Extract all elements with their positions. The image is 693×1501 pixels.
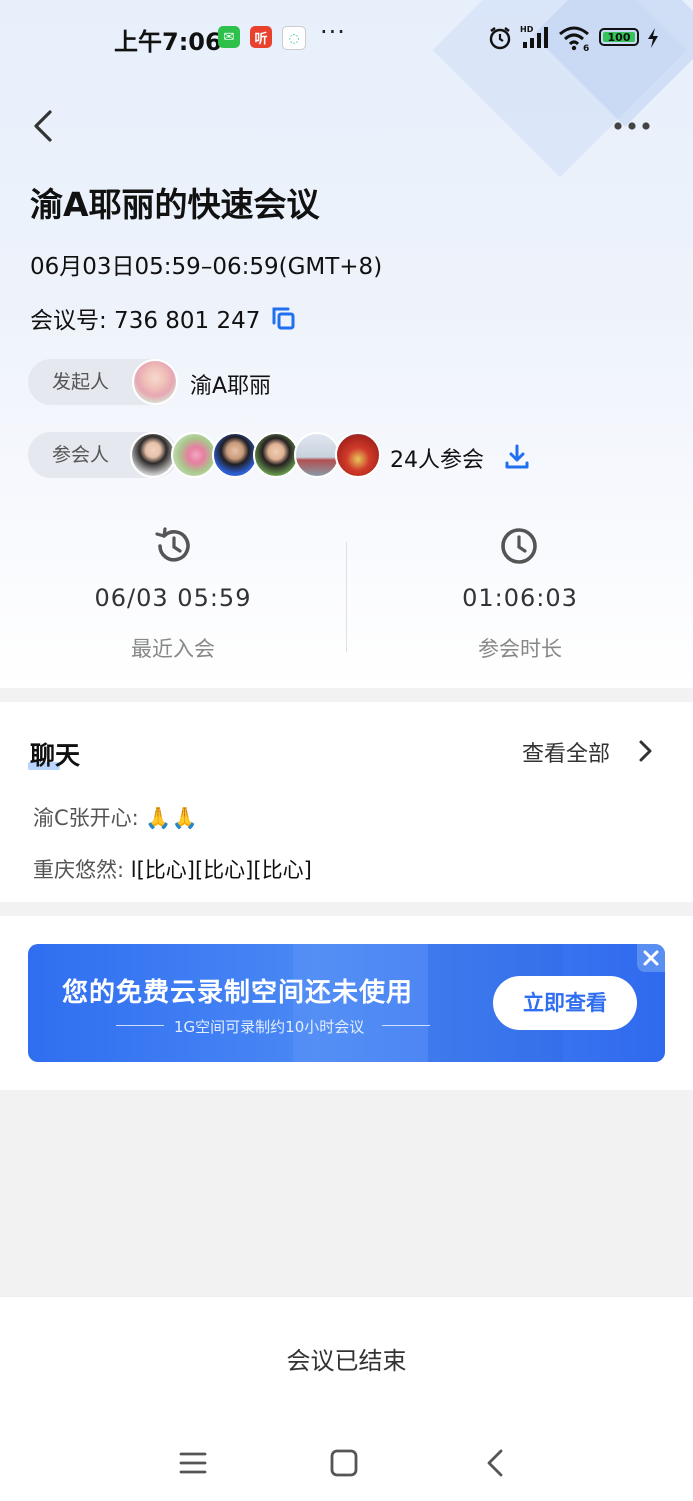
svg-text:HD: HD	[520, 25, 534, 34]
attendee-avatar[interactable]	[253, 432, 299, 478]
chat-message: 渝C张开心: 🙏🙏	[33, 802, 198, 832]
status-time: 上午7:06	[114, 28, 222, 56]
copy-icon[interactable]	[270, 305, 296, 331]
recent-join-label: 最近入会	[131, 637, 215, 661]
status-bar: 上午7:06 ✉ 听 ◌ ··· HD 6 100	[0, 0, 693, 76]
attendee-avatar[interactable]	[335, 432, 381, 478]
chat-sender: 重庆悠然:	[33, 858, 131, 882]
meeting-id-row: 会议号: 736 801 247	[30, 301, 296, 335]
attendee-avatar[interactable]	[130, 432, 176, 478]
more-notifications-icon: ···	[320, 18, 346, 46]
banner-title: 您的免费云录制空间还未使用	[62, 978, 414, 1008]
back-button[interactable]	[26, 106, 62, 146]
promo-section: 您的免费云录制空间还未使用 1G空间可录制约10小时会议 立即查看	[0, 916, 693, 1090]
meeting-ended-status: 会议已结束	[286, 1347, 407, 1375]
charging-icon	[648, 28, 658, 48]
history-icon	[155, 527, 190, 562]
duration-label: 参会时长	[478, 637, 562, 661]
chat-sender: 渝C张开心:	[33, 806, 146, 830]
chevron-right-icon[interactable]	[636, 738, 654, 764]
banner-subtitle: 1G空间可录制约10小时会议	[174, 1018, 365, 1036]
stats-divider	[346, 542, 347, 652]
ting-icon: 听	[250, 26, 272, 48]
battery-level: 100	[603, 31, 635, 44]
menu-icon[interactable]	[173, 1443, 213, 1483]
chat-text: 🙏🙏	[145, 806, 198, 830]
chat-bubble-icon: ◌	[282, 26, 306, 50]
more-options-button[interactable]	[610, 112, 654, 140]
wechat-icon: ✉	[218, 26, 240, 48]
attendee-avatar[interactable]	[171, 432, 217, 478]
view-all-button[interactable]: 查看全部	[522, 736, 610, 768]
close-icon[interactable]	[637, 944, 665, 972]
chat-message: 重庆悠然: l[比心][比心][比心]	[33, 854, 312, 884]
banner-rule-right	[382, 1025, 430, 1026]
wifi-icon: 6	[559, 26, 589, 52]
attendee-count[interactable]: 24人参会	[390, 442, 484, 474]
battery-icon: 100	[599, 28, 639, 46]
chat-text: l[比心][比心][比心]	[130, 858, 312, 882]
chat-title: 聊天	[30, 741, 81, 770]
home-icon[interactable]	[324, 1443, 364, 1483]
host-name: 渝A耶丽	[190, 374, 272, 399]
duration-value: 01:06:03	[462, 584, 578, 612]
recent-join-time: 06/03 05:59	[94, 584, 252, 612]
meeting-header: 上午7:06 ✉ 听 ◌ ··· HD 6 100 渝A耶丽的快速会议 06月0…	[0, 0, 693, 688]
footer: 会议已结束	[0, 1296, 693, 1501]
svg-text:6: 6	[583, 44, 589, 52]
download-icon[interactable]	[503, 443, 531, 471]
meeting-id: 会议号: 736 801 247	[30, 308, 261, 334]
attendee-avatar[interactable]	[294, 432, 340, 478]
attendee-avatar[interactable]	[212, 432, 258, 478]
banner-rule-left	[116, 1025, 164, 1026]
chat-section: 聊天 查看全部 渝C张开心: 🙏🙏 重庆悠然: l[比心][比心][比心]	[0, 702, 693, 902]
alarm-icon	[489, 27, 511, 50]
meeting-title: 渝A耶丽的快速会议	[30, 185, 320, 224]
cloud-recording-banner[interactable]: 您的免费云录制空间还未使用 1G空间可录制约10小时会议 立即查看	[28, 944, 665, 1062]
clock-icon	[501, 528, 537, 564]
host-avatar[interactable]	[132, 359, 178, 405]
meeting-time-range: 06月03日05:59–06:59(GMT+8)	[30, 254, 383, 280]
view-now-button[interactable]: 立即查看	[493, 976, 637, 1030]
signal-icon: HD	[520, 25, 548, 48]
system-back-icon[interactable]	[476, 1443, 516, 1483]
